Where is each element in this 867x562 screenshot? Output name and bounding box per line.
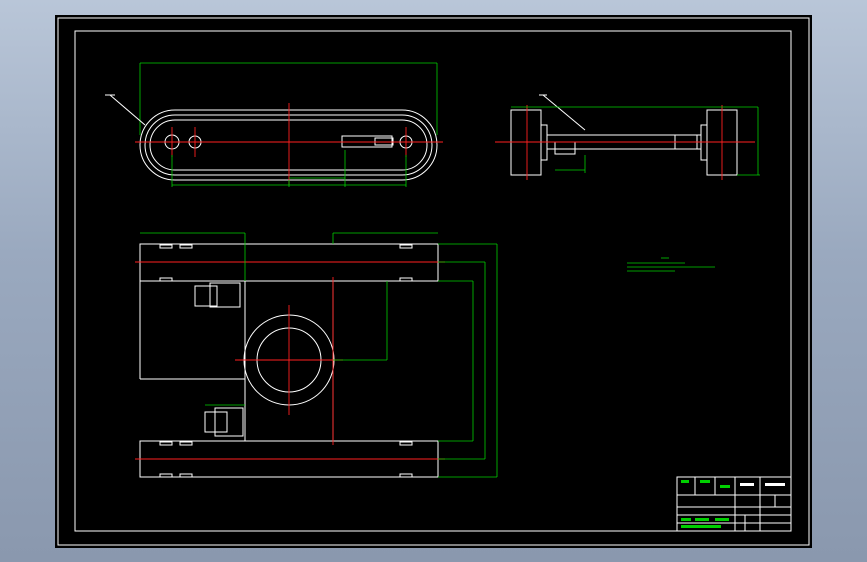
cad-drawing [57, 17, 810, 546]
front-view [495, 94, 760, 180]
track-top [139, 243, 439, 282]
motor-left [554, 141, 576, 155]
side-view-track [105, 62, 443, 187]
plan-view [135, 232, 498, 478]
drive-motor-bottom [204, 411, 228, 433]
title-block [676, 476, 792, 532]
cad-viewport[interactable] [55, 15, 812, 548]
technical-notes [627, 257, 715, 272]
wheel-left [510, 109, 542, 176]
drive-motor-top [194, 285, 218, 307]
